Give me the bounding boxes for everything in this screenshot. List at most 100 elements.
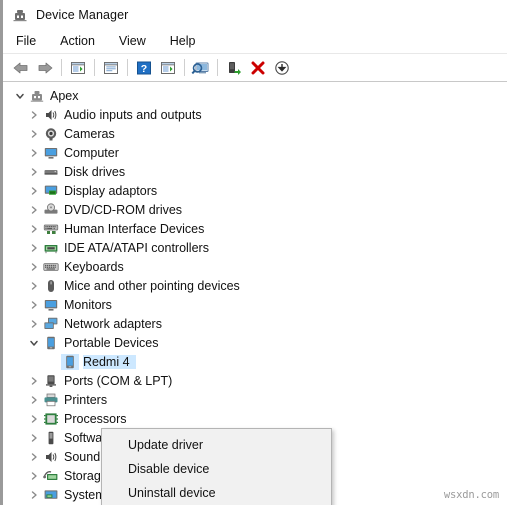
chevron-right-icon[interactable] — [25, 433, 42, 443]
disable-device-icon[interactable] — [270, 57, 294, 79]
tree-row-display-adaptors[interactable]: Display adaptors — [3, 181, 507, 200]
update-driver-icon[interactable] — [156, 57, 180, 79]
back-arrow-icon[interactable] — [9, 57, 33, 79]
camera-icon — [42, 126, 60, 142]
toolbar-separator-1 — [61, 59, 62, 76]
properties-icon[interactable] — [99, 57, 123, 79]
chevron-right-icon[interactable] — [25, 262, 42, 272]
ctx-uninstall-device[interactable]: Uninstall device — [102, 481, 331, 505]
window-titlebar: Device Manager — [3, 0, 507, 29]
chevron-down-icon[interactable] — [11, 91, 28, 101]
chevron-right-icon[interactable] — [25, 452, 42, 462]
display-adapter-icon — [42, 183, 60, 199]
processor-icon — [42, 411, 60, 427]
menu-view[interactable]: View — [117, 32, 155, 51]
tree-label: IDE ATA/ATAPI controllers — [64, 240, 209, 255]
context-menu[interactable]: Update driver Disable device Uninstall d… — [101, 428, 332, 505]
chevron-right-icon[interactable] — [25, 395, 42, 405]
device-tree[interactable]: Apex Audio inputs and outputs Cameras Co… — [3, 82, 507, 505]
tree-label: Network adapters — [64, 316, 162, 331]
port-icon — [42, 373, 60, 389]
scan-hardware-changes-icon[interactable] — [189, 57, 213, 79]
enable-device-icon[interactable] — [222, 57, 246, 79]
chevron-right-icon[interactable] — [25, 300, 42, 310]
tree-label: Apex — [50, 88, 79, 103]
phone-icon — [61, 353, 79, 370]
tree-row-apex[interactable]: Apex — [3, 86, 507, 105]
tree-label: Human Interface Devices — [64, 221, 205, 236]
keyboard-icon — [42, 259, 60, 275]
disk-drive-icon — [42, 164, 60, 180]
uninstall-device-icon[interactable] — [246, 57, 270, 79]
tree-row-human-interface-devices[interactable]: Human Interface Devices — [3, 219, 507, 238]
tree-row-ports[interactable]: Ports (COM & LPT) — [3, 371, 507, 390]
tree-label: Cameras — [64, 126, 115, 141]
tree-row-network-adapters[interactable]: Network adapters — [3, 314, 507, 333]
tree-label: Mice and other pointing devices — [64, 278, 240, 293]
tree-label: Monitors — [64, 297, 112, 312]
ctx-update-driver[interactable]: Update driver — [102, 433, 331, 457]
system-device-icon — [42, 487, 60, 503]
menu-action[interactable]: Action — [58, 32, 104, 51]
tree-row-portable-devices[interactable]: Portable Devices — [3, 333, 507, 352]
device-manager-window: Device Manager File Action View Help ? A… — [0, 0, 507, 505]
monitor-icon — [42, 297, 60, 313]
dvd-drive-icon — [42, 202, 60, 218]
chevron-right-icon[interactable] — [25, 319, 42, 329]
chevron-right-icon[interactable] — [25, 224, 42, 234]
chevron-right-icon[interactable] — [25, 110, 42, 120]
chevron-right-icon[interactable] — [25, 281, 42, 291]
tree-label: Printers — [64, 392, 108, 407]
watermark: wsxdn.com — [443, 489, 499, 501]
menu-help[interactable]: Help — [168, 32, 205, 51]
mouse-icon — [42, 278, 60, 294]
tree-row-redmi-4[interactable]: Redmi 4 — [3, 352, 507, 371]
chevron-right-icon[interactable] — [25, 414, 42, 424]
tree-label: Keyboards — [64, 259, 124, 274]
tree-row-computer[interactable]: Computer — [3, 143, 507, 162]
chevron-right-icon[interactable] — [25, 148, 42, 158]
tree-label: Ports (COM & LPT) — [64, 373, 173, 388]
menu-file[interactable]: File — [14, 32, 45, 51]
tree-label: Audio inputs and outputs — [64, 107, 202, 122]
tree-row-keyboards[interactable]: Keyboards — [3, 257, 507, 276]
help-icon[interactable]: ? — [132, 57, 156, 79]
show-hide-console-tree-icon[interactable] — [66, 57, 90, 79]
tree-row-ide-ata-atapi-controllers[interactable]: IDE ATA/ATAPI controllers — [3, 238, 507, 257]
tree-label: Disk drives — [64, 164, 126, 179]
tree-row-processors[interactable]: Processors — [3, 409, 507, 428]
tree-label: Processors — [64, 411, 127, 426]
forward-arrow-icon[interactable] — [33, 57, 57, 79]
tree-row-mice-and-other-pointing-devices[interactable]: Mice and other pointing devices — [3, 276, 507, 295]
chevron-right-icon[interactable] — [25, 167, 42, 177]
portable-device-icon — [42, 335, 60, 351]
ide-controller-icon — [42, 240, 60, 256]
chevron-right-icon[interactable] — [25, 129, 42, 139]
toolbar-separator-4 — [184, 59, 185, 76]
window-title: Device Manager — [36, 7, 129, 22]
chevron-right-icon[interactable] — [25, 471, 42, 481]
computer-node-icon — [28, 88, 46, 104]
tree-label: DVD/CD-ROM drives — [64, 202, 183, 217]
chevron-down-icon[interactable] — [25, 338, 42, 348]
toolbar-separator-2 — [94, 59, 95, 76]
chevron-right-icon[interactable] — [25, 376, 42, 386]
network-adapter-icon — [42, 316, 60, 332]
printer-icon — [42, 392, 60, 408]
tree-row-dvd-cd-rom-drives[interactable]: DVD/CD-ROM drives — [3, 200, 507, 219]
monitor-icon — [42, 145, 60, 161]
tree-label: Computer — [64, 145, 119, 160]
toolbar: ? — [3, 53, 507, 82]
tree-row-cameras[interactable]: Cameras — [3, 124, 507, 143]
chevron-right-icon[interactable] — [25, 243, 42, 253]
tree-row-disk-drives[interactable]: Disk drives — [3, 162, 507, 181]
chevron-right-icon[interactable] — [25, 490, 42, 500]
chevron-right-icon[interactable] — [25, 205, 42, 215]
tree-row-monitors[interactable]: Monitors — [3, 295, 507, 314]
ctx-disable-device[interactable]: Disable device — [102, 457, 331, 481]
speaker-icon — [42, 107, 60, 123]
tree-label: Display adaptors — [64, 183, 158, 198]
chevron-right-icon[interactable] — [25, 186, 42, 196]
tree-row-printers[interactable]: Printers — [3, 390, 507, 409]
tree-row-audio-inputs-and-outputs[interactable]: Audio inputs and outputs — [3, 105, 507, 124]
